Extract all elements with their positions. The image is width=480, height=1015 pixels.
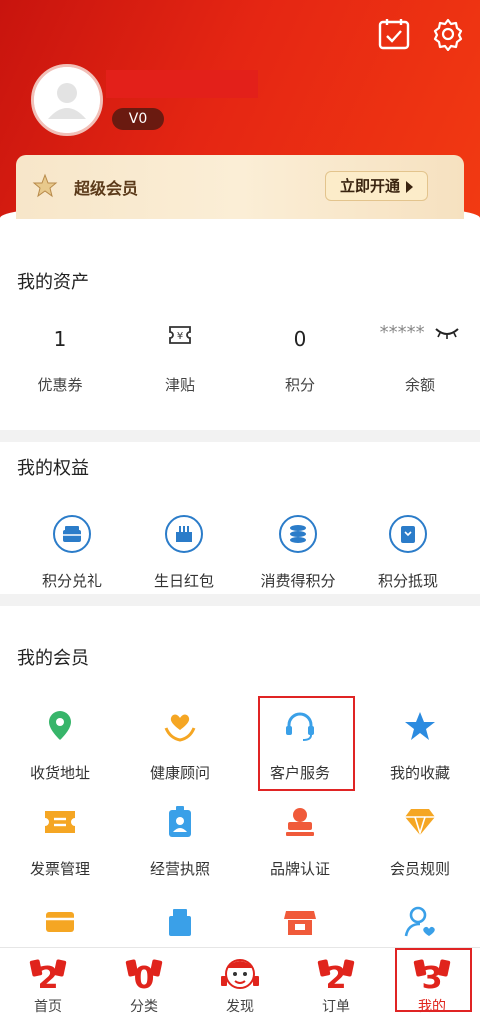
member-item-card[interactable] — [0, 902, 120, 942]
rights-item-label: 积分兑礼 — [41, 572, 102, 590]
avatar[interactable] — [31, 64, 103, 136]
points-cash-icon — [389, 515, 427, 553]
eye-closed-icon[interactable] — [434, 326, 460, 340]
nav-category[interactable]: 0 分类 — [96, 948, 192, 1015]
rights-item-birthday[interactable]: 生日红包 — [124, 514, 244, 591]
membership-section: 我的会员 收货地址 健康顾问 客户服务 我的收藏 发票管理 经营执照 品牌认证 … — [0, 606, 480, 947]
nav-home[interactable]: 2 首页 — [0, 948, 96, 1015]
diamond-icon — [400, 802, 440, 842]
assets-title: 我的资产 — [17, 272, 89, 293]
member-item-label: 会员规则 — [389, 860, 450, 878]
nav-badge-number: 2 — [326, 961, 347, 994]
nav-badge-icon: 2 — [25, 954, 71, 996]
member-item-store[interactable] — [240, 902, 360, 942]
allowance-label: 津贴 — [164, 376, 195, 394]
super-member-card[interactable]: 超级会员 立即开通 — [16, 155, 464, 219]
asset-allowance[interactable]: ¥ 津贴 — [120, 324, 240, 395]
assets-section: 我的资产 1 优惠券 ¥ 津贴 0 积分 ***** 余额 — [0, 230, 480, 430]
rights-item-label: 生日红包 — [153, 572, 214, 590]
nav-label: 首页 — [34, 999, 62, 1015]
rights-item-label: 积分抵现 — [377, 572, 438, 590]
rights-item-consume-points[interactable]: 消费得积分 — [238, 514, 358, 591]
rights-item-points-cash[interactable]: 积分抵现 — [348, 514, 468, 591]
default-user-icon — [34, 67, 100, 133]
member-item-label: 发票管理 — [29, 860, 90, 878]
balance-hidden-value: ***** — [379, 322, 425, 343]
member-item-label: 我的收藏 — [389, 764, 450, 782]
member-item-address[interactable]: 收货地址 — [0, 706, 120, 783]
svg-text:¥: ¥ — [177, 331, 183, 342]
rights-section: 我的权益 积分兑礼 生日红包 消费得积分 积分抵现 — [0, 442, 480, 594]
license-badge-icon — [160, 802, 200, 842]
join-now-button[interactable]: 立即开通 — [324, 171, 428, 201]
coupon-count: 1 — [53, 327, 67, 351]
star-crest-icon — [32, 173, 58, 198]
member-item-label: 品牌认证 — [269, 860, 330, 878]
heart-hands-icon — [160, 706, 200, 746]
member-item-license[interactable]: 经营执照 — [120, 802, 240, 879]
points-count: 0 — [293, 327, 307, 351]
member-level-badge: V0 — [112, 108, 164, 130]
member-item-label: 经营执照 — [149, 860, 210, 878]
birthday-cake-icon — [165, 515, 203, 553]
points-label: 积分 — [284, 376, 315, 394]
yen-ticket-icon: ¥ — [120, 324, 240, 354]
location-pin-icon — [40, 706, 80, 746]
member-item-label: 收货地址 — [29, 764, 90, 782]
member-item-favorites[interactable]: 我的收藏 — [360, 706, 480, 783]
nav-orders[interactable]: 2 订单 — [288, 948, 384, 1015]
asset-balance[interactable]: ***** 余额 — [360, 318, 480, 395]
rights-title: 我的权益 — [17, 458, 89, 479]
asset-coupons[interactable]: 1 优惠券 — [0, 324, 120, 395]
rights-item-points-gift[interactable]: 积分兑礼 — [12, 514, 132, 591]
nav-label: 订单 — [322, 999, 350, 1015]
asset-points[interactable]: 0 积分 — [240, 324, 360, 395]
nav-mine-highlight — [395, 948, 472, 1012]
member-item-rules[interactable]: 会员规则 — [360, 802, 480, 879]
nav-badge-icon: 2 — [313, 954, 359, 996]
invoice-icon — [40, 802, 80, 842]
member-item-invoice[interactable]: 发票管理 — [0, 802, 120, 879]
star-icon — [400, 706, 440, 746]
username-redacted — [106, 70, 258, 98]
package-icon — [160, 902, 200, 942]
arrow-right-icon — [406, 180, 413, 193]
mascot-icon — [217, 954, 263, 994]
member-title: 超级会员 — [74, 179, 139, 198]
member-item-package[interactable] — [120, 902, 240, 942]
points-gift-icon — [53, 515, 91, 553]
nav-badge-icon: 0 — [121, 954, 167, 996]
balance-label: 余额 — [404, 376, 435, 394]
membership-title: 我的会员 — [17, 648, 89, 669]
nav-discover[interactable]: 发现 — [192, 948, 288, 1015]
store-icon — [280, 902, 320, 942]
join-now-label: 立即开通 — [339, 177, 400, 195]
coupon-label: 优惠券 — [37, 376, 83, 394]
member-item-brand[interactable]: 品牌认证 — [240, 802, 360, 879]
user-heart-icon — [400, 902, 440, 942]
nav-badge-number: 2 — [38, 961, 59, 994]
member-item-health[interactable]: 健康顾问 — [120, 706, 240, 783]
member-item-user-heart[interactable] — [360, 902, 480, 942]
coins-stack-icon — [279, 515, 317, 553]
nav-label: 分类 — [130, 999, 158, 1015]
rights-item-label: 消费得积分 — [260, 572, 336, 590]
settings-gear-icon[interactable] — [428, 14, 468, 54]
brand-stamp-icon — [280, 802, 320, 842]
card-icon — [40, 902, 80, 942]
nav-badge-number: 0 — [134, 961, 155, 994]
member-item-label: 健康顾问 — [149, 764, 210, 782]
checkin-calendar-icon[interactable] — [374, 14, 414, 54]
nav-label: 发现 — [226, 999, 254, 1015]
customer-service-highlight — [258, 696, 355, 791]
